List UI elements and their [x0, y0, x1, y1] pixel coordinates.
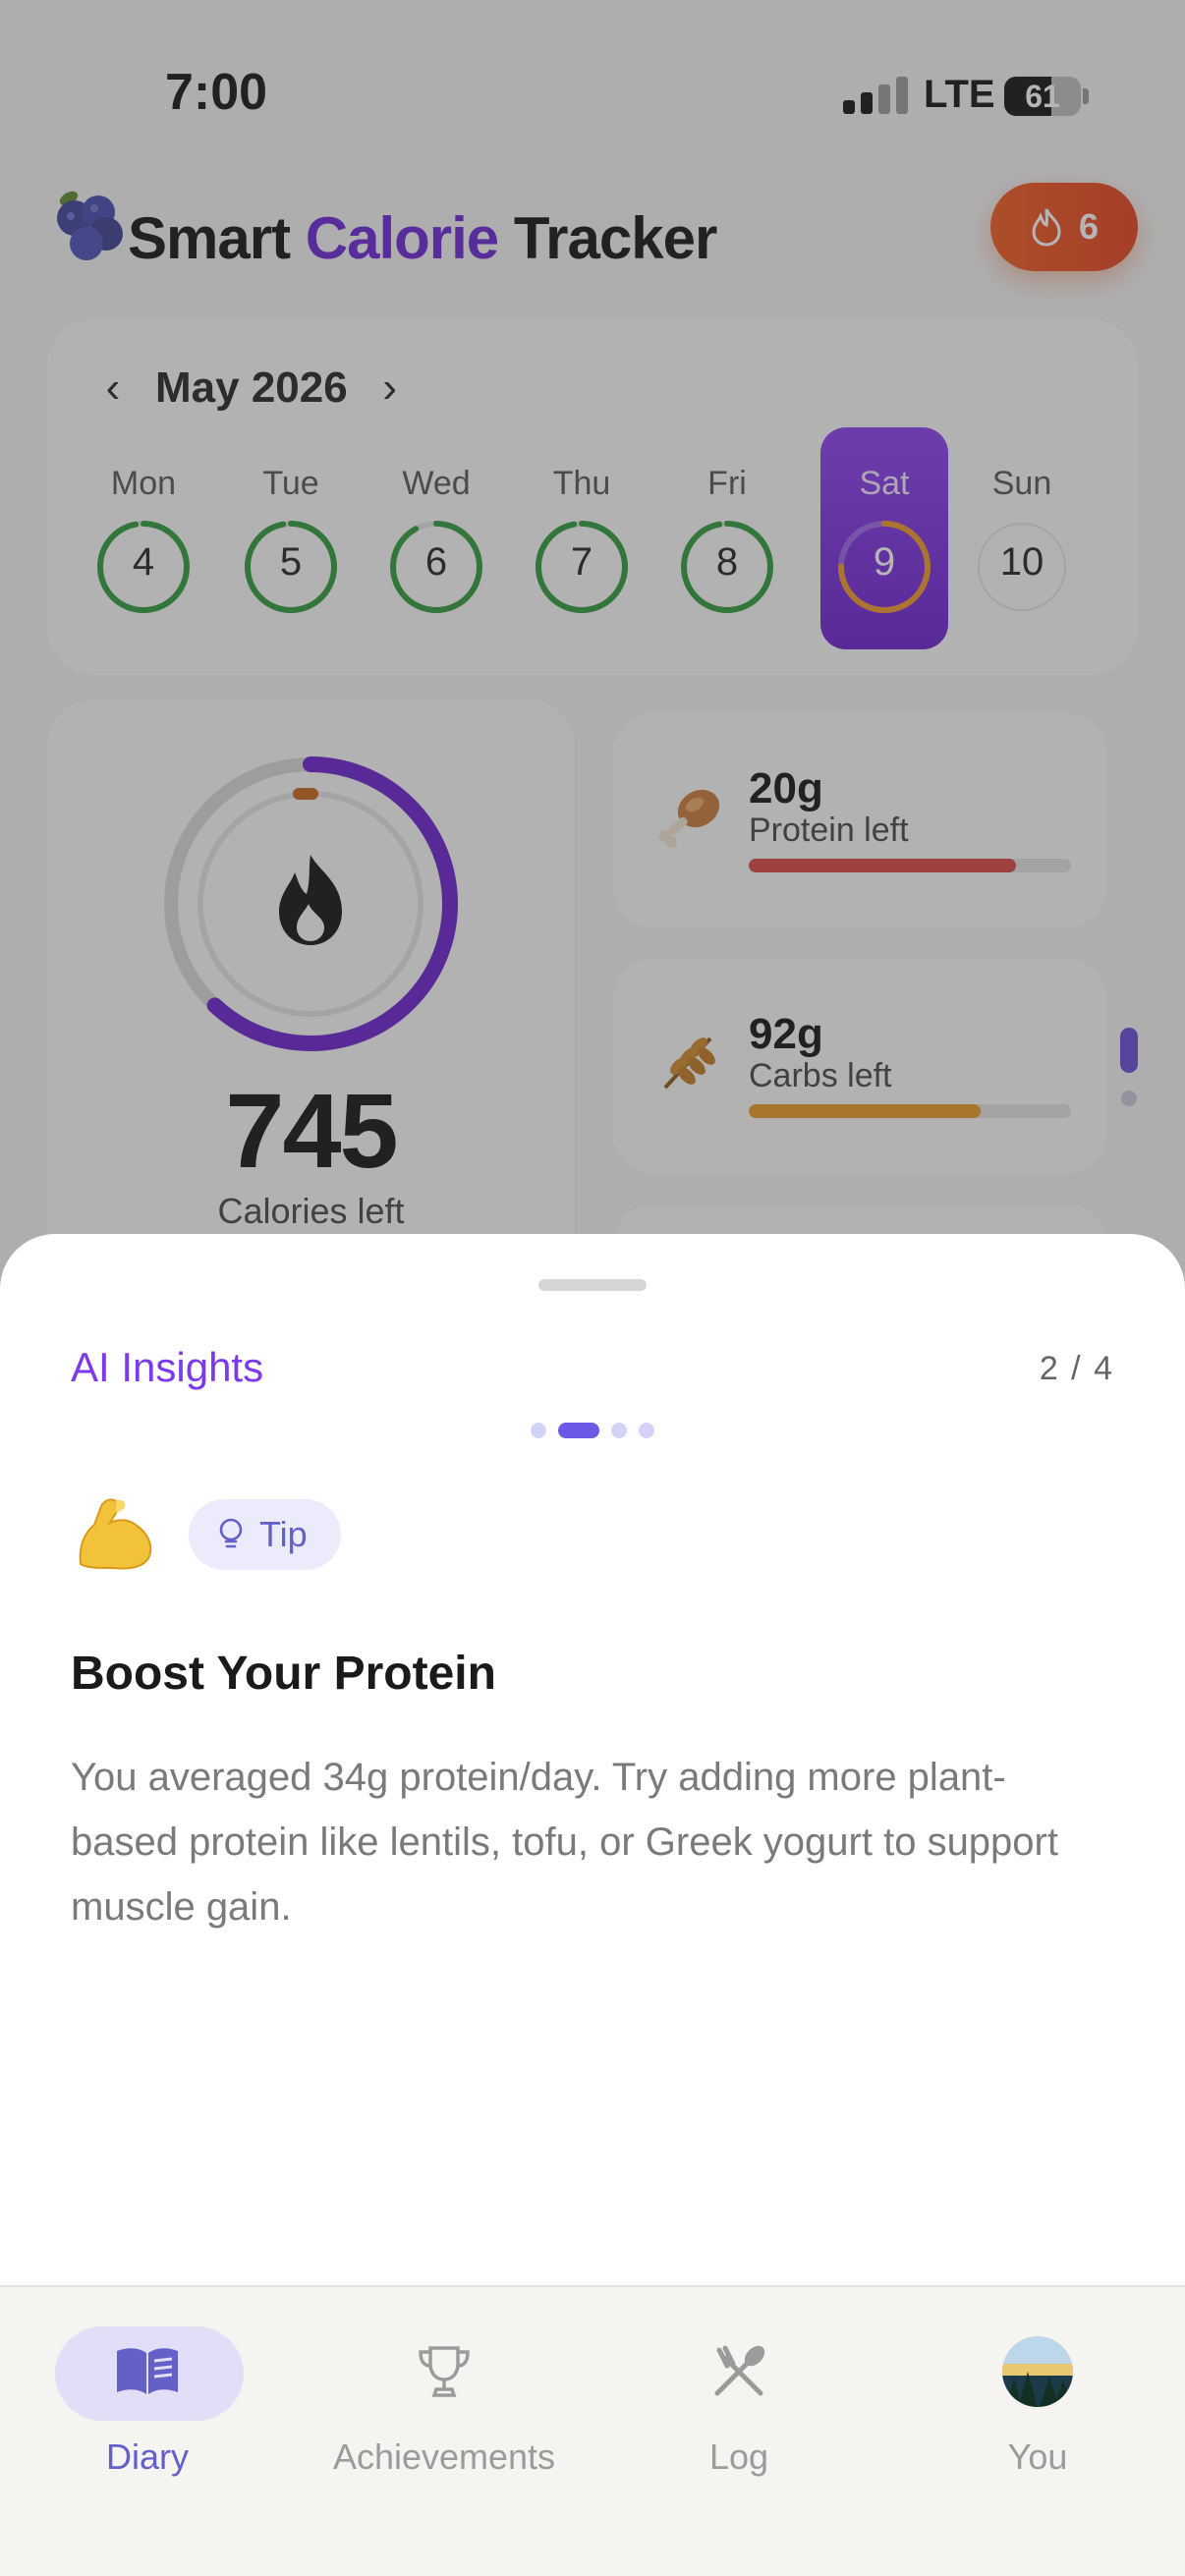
avatar-icon [890, 2332, 1185, 2411]
page-dot[interactable] [531, 1423, 546, 1438]
nav-item-achievements[interactable]: Achievements [297, 2307, 592, 2503]
lightbulb-icon [219, 1518, 243, 1548]
nav-item-diary[interactable]: Diary [0, 2307, 295, 2503]
nav-item-log[interactable]: Log [592, 2307, 886, 2503]
insight-body: You averaged 34g protein/day. Try adding… [71, 1756, 1058, 1929]
page-indicator [0, 1423, 1185, 1438]
bottom-nav: Diary Achievements Log You [0, 2285, 1185, 2576]
page-dot[interactable] [611, 1423, 627, 1438]
nav-label: Achievements [332, 2436, 556, 2477]
page-dot[interactable] [639, 1423, 654, 1438]
page-dot-active[interactable] [558, 1423, 599, 1438]
insight-title: Boost Your Protein [71, 1648, 496, 1700]
trophy-icon [297, 2332, 592, 2411]
tag-label: Tip [259, 1514, 308, 1554]
nav-label: You [1007, 2436, 1068, 2477]
tip-tag: Tip [189, 1499, 341, 1570]
flexed-biceps-icon [79, 1498, 152, 1570]
sheet-page-counter: 2 / 4 [1039, 1350, 1114, 1387]
nav-label: Diary [105, 2436, 189, 2477]
nav-label: Log [708, 2436, 769, 2477]
sheet-drag-handle[interactable] [538, 1279, 647, 1291]
nav-item-you[interactable]: You [890, 2307, 1185, 2503]
book-icon [0, 2332, 295, 2411]
fork-spoon-icon [592, 2332, 886, 2411]
sheet-title: AI Insights [71, 1344, 264, 1390]
